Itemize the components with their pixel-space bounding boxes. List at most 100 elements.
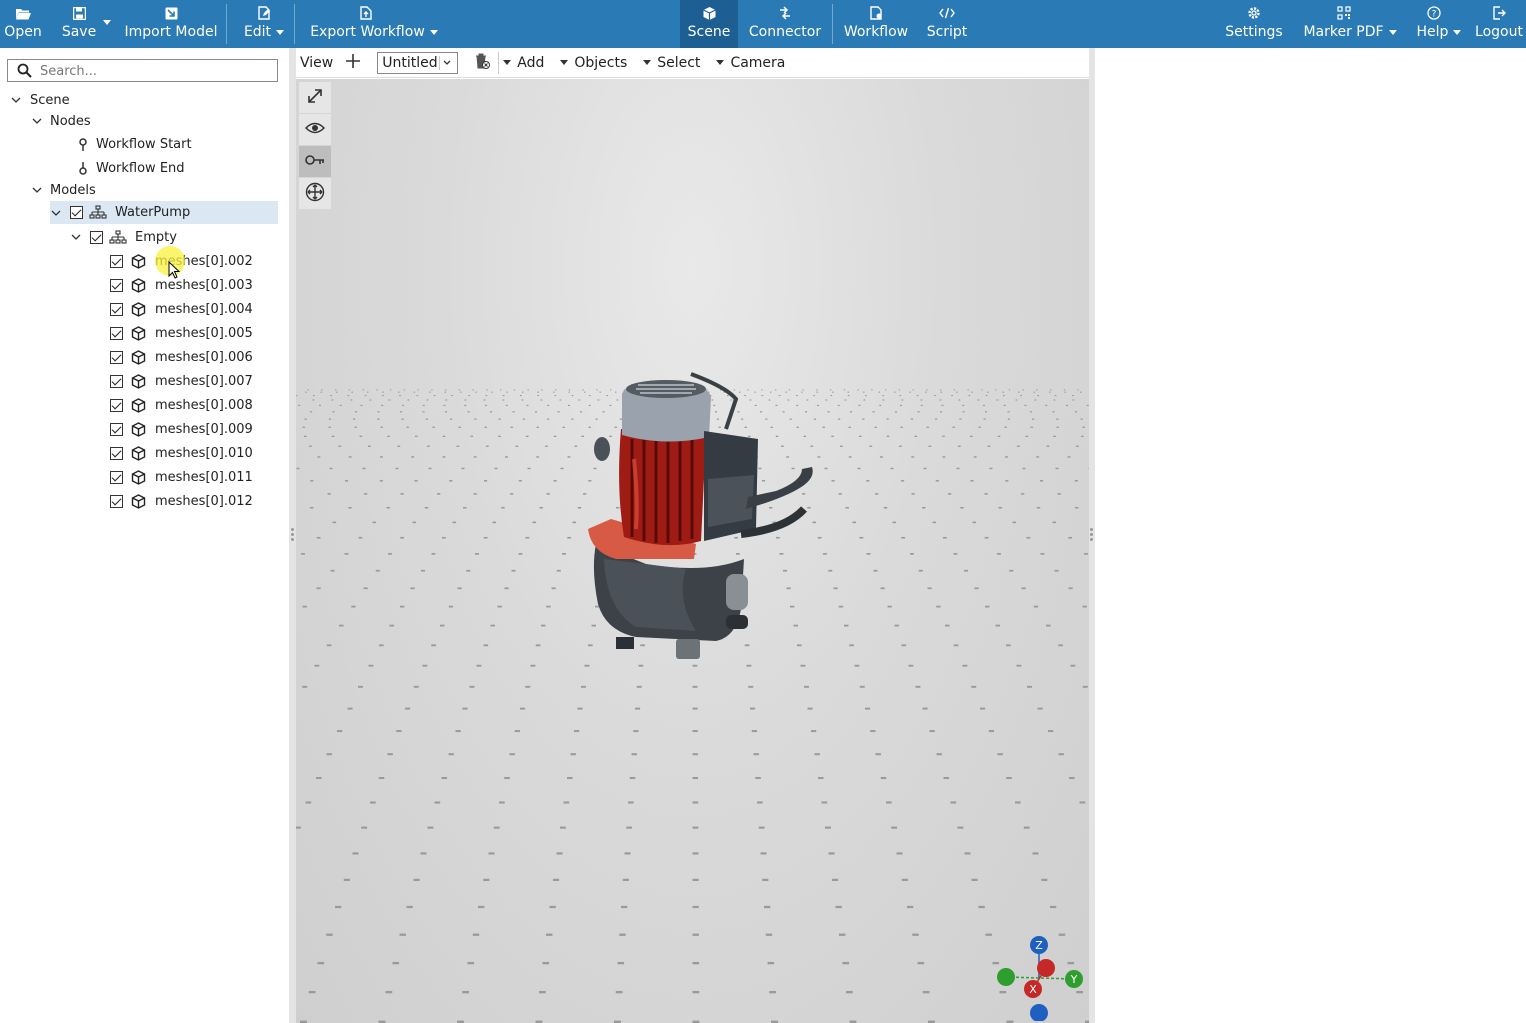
camera-menu[interactable]: Camera xyxy=(716,55,785,71)
tree-item-mesh[interactable]: meshes[0].012 xyxy=(110,490,253,512)
visibility-checkbox[interactable] xyxy=(110,422,123,436)
tab-workflow[interactable]: Workflow xyxy=(842,0,910,48)
export-icon xyxy=(360,5,372,21)
search-box xyxy=(7,59,278,82)
tree-item-models[interactable]: Models xyxy=(31,179,96,201)
visibility-checkbox[interactable] xyxy=(110,302,123,316)
tree-item-empty[interactable]: Empty xyxy=(70,226,177,248)
tree-item-scene[interactable]: Scene xyxy=(10,89,70,111)
tab-scene[interactable]: Scene xyxy=(680,0,738,48)
visibility-checkbox[interactable] xyxy=(70,206,83,219)
pin-icon xyxy=(74,136,92,152)
visibility-button[interactable] xyxy=(299,114,331,145)
objects-menu[interactable]: Objects xyxy=(560,55,627,71)
tree-item-mesh[interactable]: meshes[0].006 xyxy=(110,346,253,368)
chevron-down-icon xyxy=(429,29,438,35)
settings-button[interactable]: Settings xyxy=(1224,0,1284,48)
key-tool-button[interactable] xyxy=(299,146,331,177)
caret-down-icon xyxy=(503,60,512,65)
tree-item-mesh[interactable]: meshes[0].004 xyxy=(110,298,253,320)
fullscreen-button[interactable] xyxy=(299,82,331,113)
tree-item-label: meshes[0].007 xyxy=(155,373,253,389)
logout-button[interactable]: Logout xyxy=(1472,0,1526,48)
visibility-checkbox[interactable] xyxy=(110,350,123,364)
visibility-checkbox[interactable] xyxy=(110,374,123,388)
panel-splitter[interactable] xyxy=(289,48,296,1023)
chevron-down-icon[interactable] xyxy=(10,94,22,106)
chevron-down-icon xyxy=(1388,29,1397,35)
chevron-down-icon[interactable] xyxy=(31,115,43,127)
tab-connector[interactable]: Connector xyxy=(746,0,824,48)
tree-item-waterpump[interactable]: WaterPump xyxy=(50,201,278,224)
cube-icon xyxy=(129,325,147,341)
scene-tree-panel: Scene Nodes Workflow Start Workflow End … xyxy=(0,48,289,1023)
add-view-button[interactable] xyxy=(345,53,361,73)
tree-item-mesh[interactable]: meshes[0].008 xyxy=(110,394,253,416)
tree-item-workflow-start[interactable]: Workflow Start xyxy=(74,133,192,155)
visibility-checkbox[interactable] xyxy=(110,254,123,268)
visibility-checkbox[interactable] xyxy=(110,326,123,340)
search-input[interactable] xyxy=(40,62,270,80)
visibility-checkbox[interactable] xyxy=(110,278,123,292)
help-button[interactable]: ? Help xyxy=(1414,0,1464,48)
search-icon xyxy=(17,63,32,82)
eye-icon xyxy=(304,121,326,139)
open-label: Open xyxy=(4,24,42,40)
tree-item-label: meshes[0].005 xyxy=(155,325,253,341)
chevron-down-icon[interactable] xyxy=(31,184,43,196)
tree-item-workflow-end[interactable]: Workflow End xyxy=(74,157,185,179)
cube-icon xyxy=(129,493,147,509)
save-label: Save xyxy=(61,24,97,40)
axis-neg-y-handle[interactable] xyxy=(997,968,1015,986)
view-select[interactable]: Untitled xyxy=(377,51,459,74)
end-pin-icon xyxy=(74,160,92,176)
visibility-checkbox[interactable] xyxy=(110,398,123,412)
axis-neg-z-handle[interactable] xyxy=(1030,1004,1048,1021)
tree-item-mesh[interactable]: meshes[0].003 xyxy=(110,274,253,296)
axis-gizmo[interactable]: Z Y X xyxy=(990,931,1086,1021)
visibility-checkbox[interactable] xyxy=(110,470,123,484)
tree-item-label: Workflow End xyxy=(96,160,185,176)
tree-item-mesh[interactable]: meshes[0].009 xyxy=(110,418,253,440)
select-menu[interactable]: Select xyxy=(643,55,700,71)
qr-icon xyxy=(1337,5,1351,21)
tree-item-mesh[interactable]: meshes[0].007 xyxy=(110,370,253,392)
open-button[interactable]: Open xyxy=(0,0,46,48)
toolbar-divider xyxy=(294,4,295,44)
tree-item-mesh[interactable]: meshes[0].010 xyxy=(110,442,253,464)
help-label: Help xyxy=(1416,24,1449,40)
import-model-button[interactable]: Import Model xyxy=(124,0,218,48)
tree-item-mesh[interactable]: meshes[0].011 xyxy=(110,466,253,488)
import-model-label: Import Model xyxy=(124,24,218,40)
waterpump-model[interactable] xyxy=(576,369,826,669)
chevron-down-icon[interactable] xyxy=(50,207,62,219)
mouse-cursor-icon xyxy=(168,260,181,283)
tree-item-label: meshes[0].009 xyxy=(155,421,253,437)
folder-open-icon xyxy=(15,5,31,21)
export-workflow-button[interactable]: Export Workflow xyxy=(308,0,440,48)
marker-pdf-button[interactable]: Marker PDF xyxy=(1303,0,1397,48)
save-dropdown-caret[interactable] xyxy=(103,20,111,25)
caret-down-icon xyxy=(560,60,569,65)
edit-menu-button[interactable]: Edit xyxy=(240,0,288,48)
tree-item-label: Models xyxy=(50,182,96,198)
add-menu[interactable]: Add xyxy=(503,55,544,71)
delete-view-button[interactable] xyxy=(474,52,491,74)
save-button[interactable]: Save xyxy=(56,0,116,48)
move-tool-button[interactable] xyxy=(299,178,331,209)
3d-viewport[interactable]: Z Y X xyxy=(296,79,1089,1023)
visibility-checkbox[interactable] xyxy=(90,230,103,244)
axis-y-label: Y xyxy=(1070,973,1078,986)
tab-script[interactable]: Script xyxy=(924,0,970,48)
settings-label: Settings xyxy=(1225,24,1283,40)
move-icon xyxy=(305,182,325,206)
tree-item-label: meshes[0].011 xyxy=(155,469,253,485)
visibility-checkbox[interactable] xyxy=(110,494,123,508)
axis-neg-x-handle[interactable] xyxy=(1037,959,1055,977)
cube-icon xyxy=(129,301,147,317)
tab-script-label: Script xyxy=(926,24,968,40)
chevron-down-icon[interactable] xyxy=(70,231,82,243)
visibility-checkbox[interactable] xyxy=(110,446,123,460)
tree-item-nodes[interactable]: Nodes xyxy=(31,110,91,132)
tree-item-mesh[interactable]: meshes[0].005 xyxy=(110,322,253,344)
